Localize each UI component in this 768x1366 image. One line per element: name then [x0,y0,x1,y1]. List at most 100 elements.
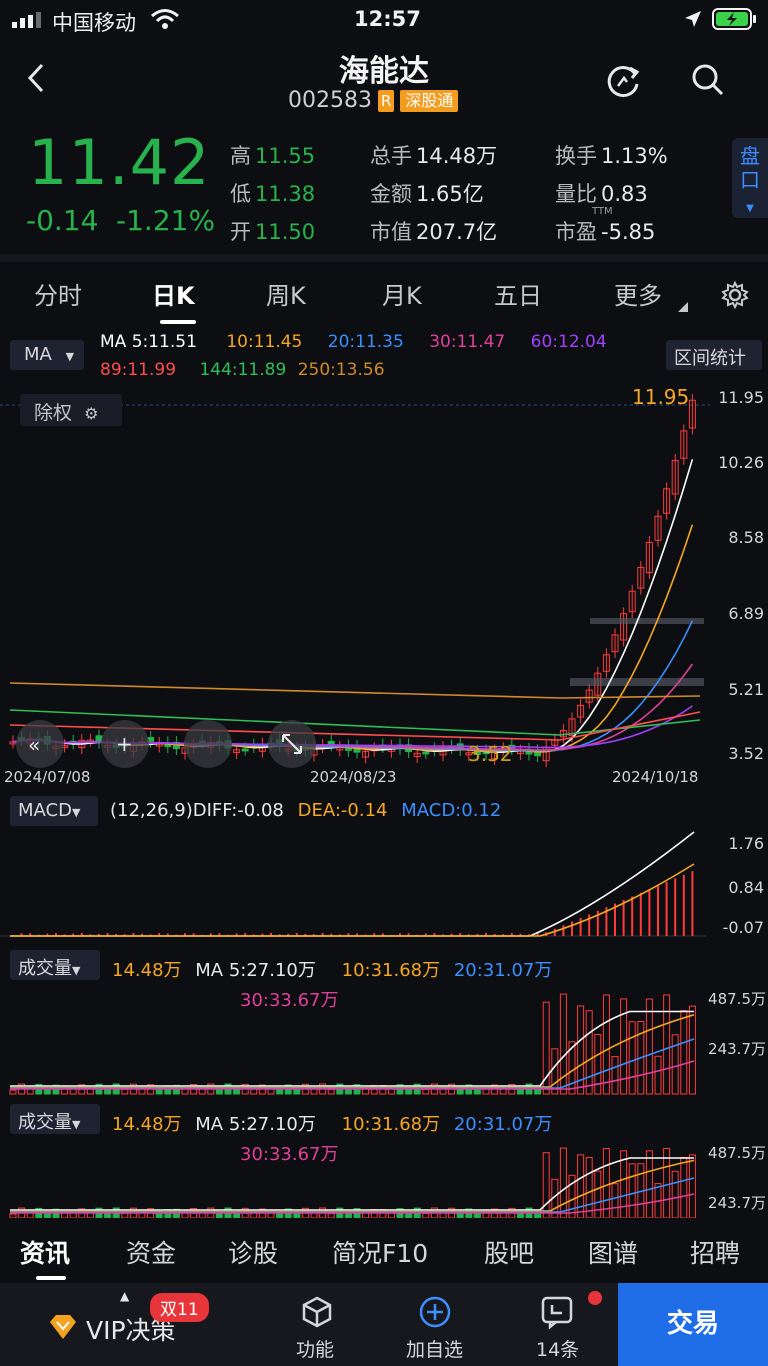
volume-dropdown-icon-1: ▼ [72,964,81,977]
tab-jobs[interactable]: 招聘 [690,1234,740,1270]
macd-bar [665,882,668,936]
tab-five-day[interactable]: 五日 [494,276,542,311]
tab-news[interactable]: 资讯 [20,1234,70,1270]
mktcap-cell: 市值 207.7亿 [370,220,498,244]
location-icon [685,11,701,27]
range-stats-button[interactable]: 区间统计 [666,340,762,370]
add-watchlist-button[interactable]: 加自选 [376,1283,496,1366]
trade-button[interactable]: 交易 [618,1283,768,1366]
vol1-ma20: 20:31.07万 [453,960,553,981]
vol-ma30-line [10,1060,695,1090]
tab-more[interactable]: 更多 [614,276,662,311]
volume-bar [534,1213,542,1218]
volume-bar [422,1213,430,1218]
vol-ma20-line [10,1038,695,1089]
macd-chart [0,831,706,937]
refresh-icon[interactable] [604,62,642,100]
vol2-axis-2: 243.7万 [708,1194,766,1212]
volume-bar [9,1213,17,1218]
ma-legend-row2: 89:11.99 144:11.89 250:13.56 [100,360,385,380]
function-button[interactable]: 功能 [256,1283,376,1366]
volume-legend-2: 14.48万 MA 5:27.10万 10:31.68万 20:31.07万 [112,1110,552,1136]
macd-axis-2: 0.84 [728,878,764,897]
tab-fenshi[interactable]: 分时 [34,276,82,311]
vol1-ma10: 10:31.68万 [341,960,441,981]
vol1-axis-1: 487.5万 [708,990,766,1008]
date-mid: 2024/08/23 [310,768,397,786]
volratio-cell: 量比 0.83 [555,182,648,206]
tab-graph[interactable]: 图谱 [588,1234,638,1270]
tab-daily-k[interactable]: 日K [152,276,195,311]
ma144-value: 144:11.89 [199,360,287,380]
ma5-value: MA 5:11.51 [100,332,197,352]
price-axis-6: 3.52 [728,744,764,763]
volume-bar [121,1212,129,1218]
high-marker: 11.95 [632,385,689,409]
price-axis-2: 10.26 [718,453,764,472]
volume-bar [9,1089,17,1095]
volume-bar [602,1148,610,1218]
volume-bar [680,1156,688,1218]
volume-bar [559,1147,567,1218]
price-axis-4: 6.89 [728,604,764,623]
volume-bar [215,1213,223,1218]
tab-funds[interactable]: 资金 [126,1234,176,1270]
vol-ma20-line [10,1177,695,1213]
battery-icon [712,8,756,30]
gap-band [590,618,704,624]
zoom-button [184,720,232,768]
macd-bar [674,878,677,936]
volume-selector-1[interactable]: 成交量▼ [10,950,100,980]
volume-bar [645,998,653,1095]
search-icon[interactable] [690,62,726,98]
quote-panel: 11.42 -0.14 -1.21% 高 11.55 低 11.38 开 11.50 … [0,126,768,254]
pankou-button[interactable]: 盘口 ▼ [732,138,768,218]
news-count-button[interactable]: 14条 [496,1283,616,1366]
ma-selector[interactable]: MA ▼ [10,340,84,370]
volume-bar [611,1056,619,1095]
pankou-label: 盘口 [740,144,760,192]
vip-up-icon: ▲ [120,1289,130,1303]
kline-chart[interactable]: 11.95 3.52 « + [0,380,768,790]
macd-bar [579,918,582,936]
tab-weekly-k[interactable]: 周K [266,276,306,311]
tab-f10[interactable]: 简况F10 [332,1234,428,1270]
info-tabs: 资讯 资金 诊股 简况F10 股吧 图谱 招聘 [0,1220,768,1282]
market-badge: 深股通 [400,89,459,112]
volume-selector-label-1: 成交量 [18,958,72,979]
volume-bar [577,1154,585,1218]
vol2-value: 14.48万 [112,1114,182,1135]
macd-diff: DIFF:-0.08 [192,800,284,821]
macd-bar [691,871,694,936]
macd-params: (12,26,9) [110,800,193,821]
ma250-value: 250:13.56 [297,360,385,380]
volume-legend-1: 14.48万 MA 5:27.10万 10:31.68万 20:31.07万 [112,956,552,982]
volume-chart-1 [9,993,696,1095]
vol-ma5-line [10,1157,694,1211]
tab-forum[interactable]: 股吧 [484,1234,534,1270]
exright-button[interactable]: 除权 ⚙ [20,394,122,426]
volume-bar [215,1089,223,1095]
tab-monthly-k[interactable]: 月K [382,276,422,311]
cube-icon [302,1296,332,1328]
volume-selector-2[interactable]: 成交量▼ [10,1104,100,1134]
wifi-icon [151,9,179,29]
volume-bar [663,994,671,1095]
add-circle-icon [419,1296,451,1328]
stock-code-row: 002583 R 深股通 [288,88,459,113]
tab-diagnosis[interactable]: 诊股 [228,1234,278,1270]
macd-bar [622,900,625,936]
turnover-cell: 换手 1.13% [555,144,668,168]
candle [95,735,103,743]
volume-bar [121,1088,129,1095]
gap-band [570,678,704,686]
vol1-ma5: MA 5:27.10万 [195,960,316,981]
settings-gear-icon[interactable] [720,280,750,310]
macd-selector[interactable]: MACD▼ [10,796,98,826]
exright-label: 除权 [34,402,73,424]
vip-button[interactable]: VIP决策 ▲ 双11 [0,1283,255,1366]
macd-axis-1: 1.76 [728,834,764,853]
macd-bar [631,896,634,936]
date-start: 2024/07/08 [4,768,91,786]
macd-dropdown-icon: ▼ [71,806,81,819]
